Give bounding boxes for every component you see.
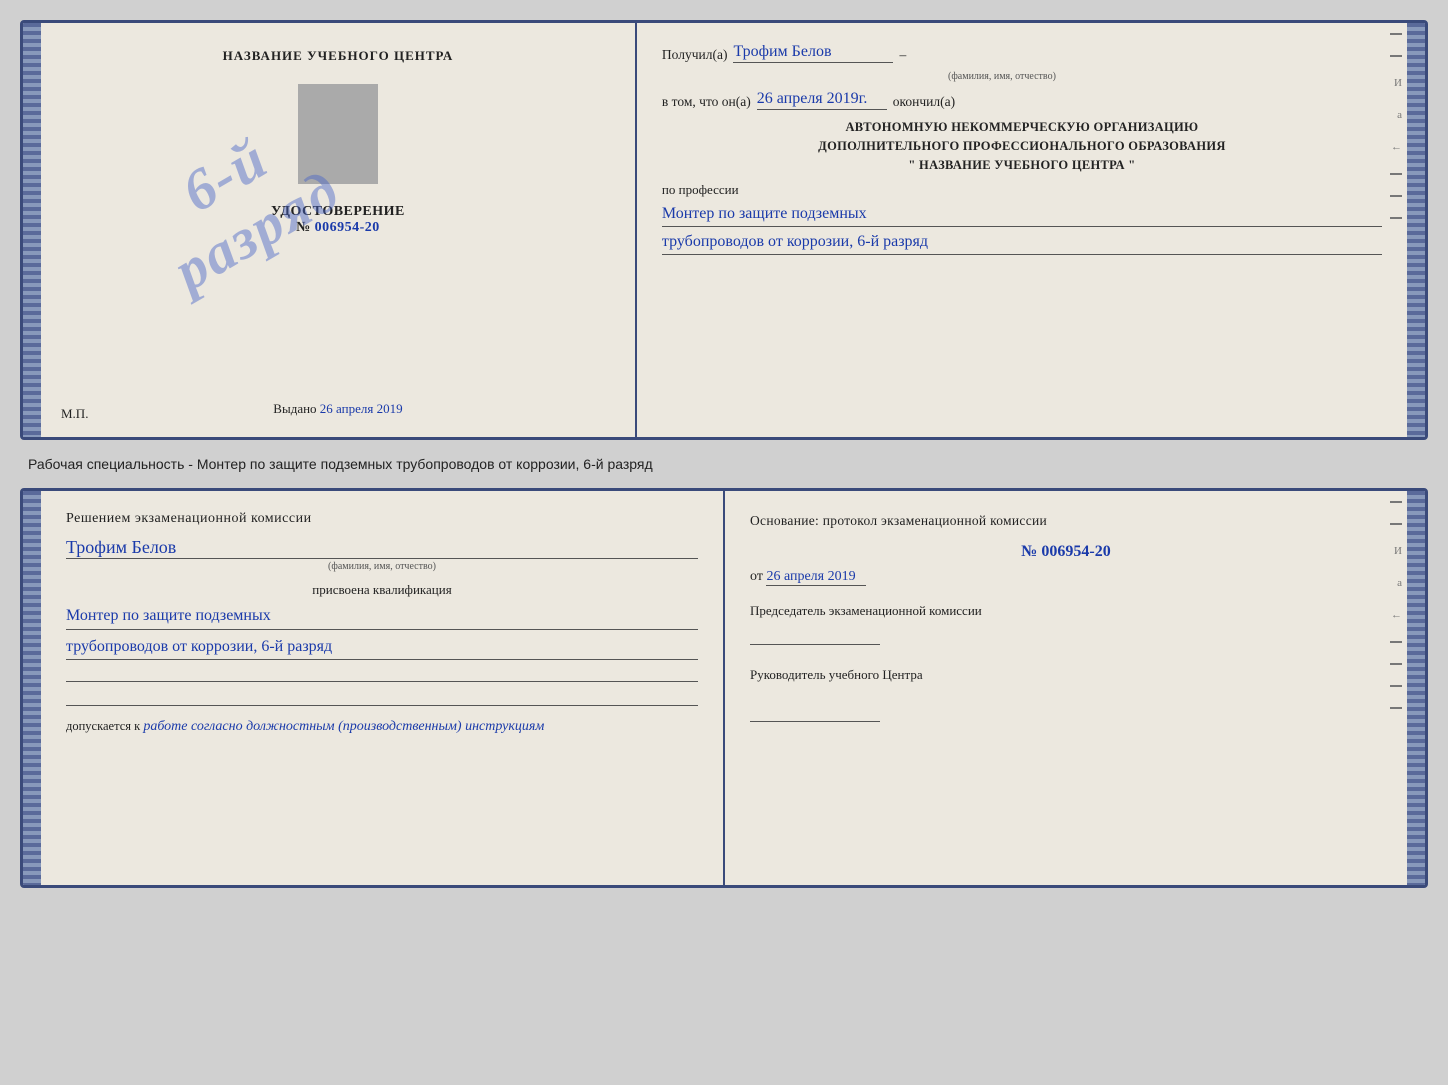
margin-line-1 xyxy=(1390,33,1402,35)
cert-issued: Выдано 26 апреля 2019 xyxy=(273,391,402,417)
page-container: НАЗВАНИЕ УЧЕБНОГО ЦЕНТРА УДОСТОВЕРЕНИЕ №… xyxy=(20,20,1428,888)
left-binding-strip xyxy=(23,23,41,437)
cert-number: № 006954-20 xyxy=(296,220,380,235)
cert-bottom-left-page: Решением экзаменационной комиссии Трофим… xyxy=(41,491,725,885)
bottom-margin-letter-i: И xyxy=(1394,545,1402,557)
margin-line-3 xyxy=(1390,173,1402,175)
profession-label: по профессии xyxy=(662,182,1382,198)
basis-label: Основание: протокол экзаменационной коми… xyxy=(750,511,1382,531)
protocol-date-value: 26 апреля 2019 xyxy=(766,569,866,586)
right-margin-decoration: И а ← xyxy=(1390,33,1402,219)
qual-line1: Монтер по защите подземных xyxy=(66,603,698,630)
head-sig-line xyxy=(750,704,880,722)
bottom-title: Решением экзаменационной комиссии xyxy=(66,511,698,527)
chairman-label: Председатель экзаменационной комиссии xyxy=(750,601,1382,645)
bottom-left-binding-strip xyxy=(23,491,41,885)
mp-seal-label: М.П. xyxy=(61,406,88,422)
bottom-margin-line-3 xyxy=(1390,641,1402,643)
margin-line-4 xyxy=(1390,195,1402,197)
cert-top-right-page: Получил(а) Трофим Белов – (фамилия, имя,… xyxy=(637,23,1407,437)
protocol-number: № 006954-20 xyxy=(750,543,1382,561)
org-text: АВТОНОМНУЮ НЕКОММЕРЧЕСКУЮ ОРГАНИЗАЦИЮ ДО… xyxy=(662,118,1382,174)
bottom-margin-letter-arrow: ← xyxy=(1391,609,1402,621)
profession-line2: трубопроводов от коррозии, 6-й разряд xyxy=(662,230,1382,255)
admission-value: работе согласно должностным (производств… xyxy=(143,719,544,734)
right-binding-strip xyxy=(1407,23,1425,437)
bottom-margin-line-6 xyxy=(1390,707,1402,709)
cert-bottom-right-page: Основание: протокол экзаменационной коми… xyxy=(725,491,1407,885)
bottom-margin-line-5 xyxy=(1390,685,1402,687)
bottom-certificate: Решением экзаменационной комиссии Трофим… xyxy=(20,488,1428,888)
blank-line-2 xyxy=(66,688,698,706)
margin-letter-a: а xyxy=(1397,109,1402,121)
photo-placeholder xyxy=(298,84,378,184)
bottom-right-binding-strip xyxy=(1407,491,1425,885)
cert-top-left-page: НАЗВАНИЕ УЧЕБНОГО ЦЕНТРА УДОСТОВЕРЕНИЕ №… xyxy=(41,23,637,437)
profession-line1: Монтер по защите подземных xyxy=(662,202,1382,227)
cert-top-title: НАЗВАНИЕ УЧЕБНОГО ЦЕНТРА xyxy=(223,48,454,64)
head-label: Руководитель учебного Центра xyxy=(750,665,1382,723)
bottom-margin-line-4 xyxy=(1390,663,1402,665)
margin-line-5 xyxy=(1390,217,1402,219)
bottom-margin-letter-a: а xyxy=(1397,577,1402,589)
qual-assigned-label: присвоена квалификация xyxy=(66,582,698,598)
margin-letter-arrow: ← xyxy=(1391,141,1402,153)
admission-text: допускается к работе согласно должностны… xyxy=(66,716,698,737)
bottom-right-margin-decoration: И а ← xyxy=(1390,501,1402,709)
qual-line2: трубопроводов от коррозии, 6-й разряд xyxy=(66,634,698,661)
received-row: Получил(а) Трофим Белов – xyxy=(662,43,1382,63)
specialty-label: Рабочая специальность - Монтер по защите… xyxy=(20,450,1428,478)
received-name: Трофим Белов xyxy=(733,43,893,63)
margin-letter-i: И xyxy=(1394,77,1402,89)
margin-line-2 xyxy=(1390,55,1402,57)
top-certificate: НАЗВАНИЕ УЧЕБНОГО ЦЕНТРА УДОСТОВЕРЕНИЕ №… xyxy=(20,20,1428,440)
in-that-row: в том, что он(а) 26 апреля 2019г. окончи… xyxy=(662,90,1382,110)
bottom-name-sublabel: (фамилия, имя, отчество) xyxy=(66,561,698,572)
completion-date: 26 апреля 2019г. xyxy=(757,90,887,110)
bottom-name: Трофим Белов xyxy=(66,537,698,559)
bottom-margin-line-1 xyxy=(1390,501,1402,503)
protocol-date: от 26 апреля 2019 xyxy=(750,569,1382,586)
bottom-margin-line-2 xyxy=(1390,523,1402,525)
blank-line-1 xyxy=(66,664,698,682)
chairman-sig-line xyxy=(750,627,880,645)
cert-subtitle: УДОСТОВЕРЕНИЕ № 006954-20 xyxy=(271,204,405,236)
